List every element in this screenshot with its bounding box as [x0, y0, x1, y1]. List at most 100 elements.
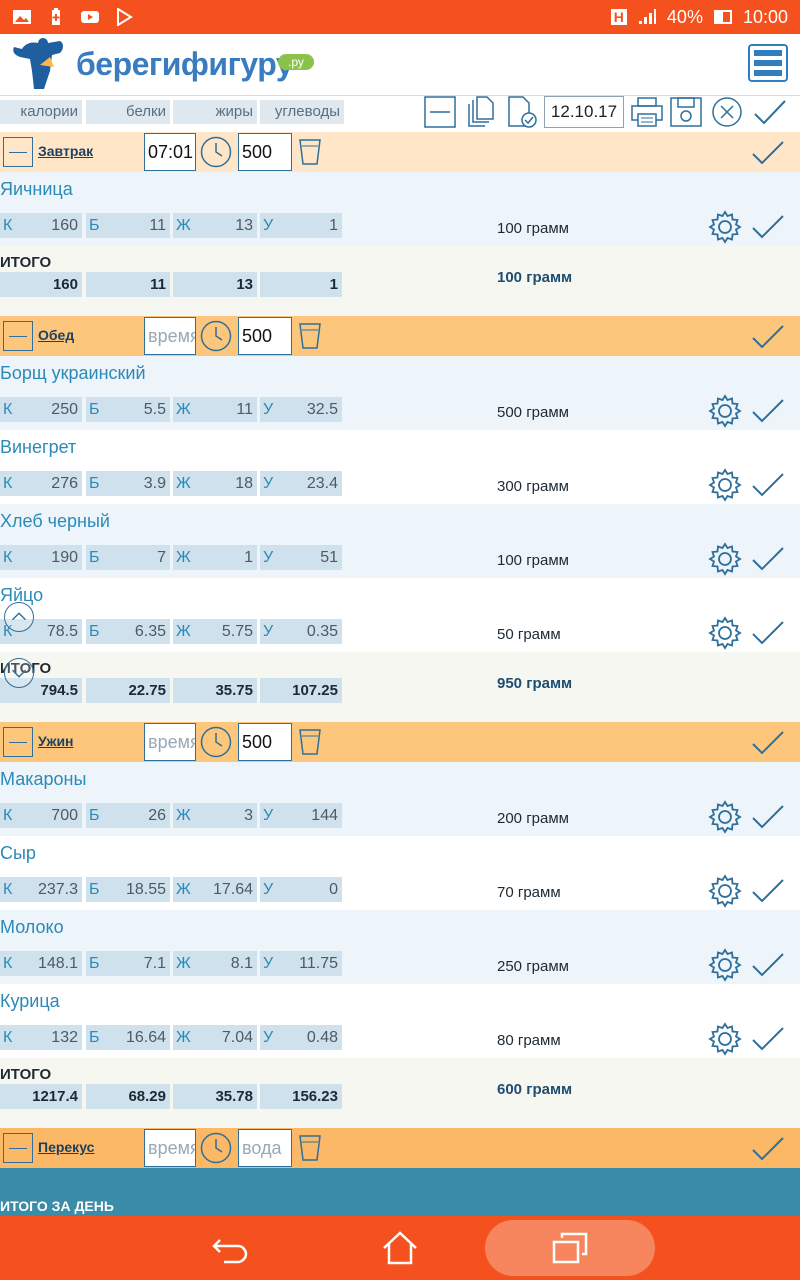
- diary-content: Завтрак 07:01 500 Яичница К 160 Б 11 Ж 1…: [0, 132, 800, 1216]
- copy-icon[interactable]: [465, 96, 497, 128]
- nutrient-value: 6.35: [134, 623, 166, 640]
- meal-water-input[interactable]: вода: [238, 1129, 292, 1167]
- food-row: Макароны К 700 Б 26 Ж 3 У 144 200 грамм: [0, 762, 800, 836]
- meal-water-input[interactable]: 500: [238, 133, 292, 171]
- meal-name-link[interactable]: Завтрак: [38, 143, 93, 159]
- back-icon[interactable]: [210, 1230, 250, 1266]
- hamburger-menu-button[interactable]: [748, 44, 788, 82]
- nutrient-value: 700: [51, 807, 78, 824]
- water-glass-icon[interactable]: [298, 728, 322, 756]
- clock-icon[interactable]: [200, 1132, 232, 1164]
- meal-confirm-check-icon[interactable]: [750, 322, 786, 352]
- nutrient-value: 3.9: [143, 475, 166, 492]
- scroll-up-icon[interactable]: [4, 602, 34, 632]
- gear-icon[interactable]: [708, 616, 742, 650]
- meal-collapse-button[interactable]: [3, 137, 33, 167]
- meal-confirm-check-icon[interactable]: [750, 728, 786, 758]
- meal-time-input[interactable]: время: [144, 317, 196, 355]
- nutrient-label: Ж: [176, 475, 191, 492]
- nutrient-cell-b: Б 5.5: [86, 397, 170, 422]
- meal-total-weight: 100 грамм: [497, 269, 573, 286]
- app-header: берегифигуру .ру: [0, 34, 800, 96]
- nutrient-cell-b: Б 11: [86, 213, 170, 238]
- gear-icon[interactable]: [708, 948, 742, 982]
- nutrient-cell-k: К 160: [0, 213, 82, 238]
- gear-icon[interactable]: [708, 468, 742, 502]
- meal-collapse-button[interactable]: [3, 321, 33, 351]
- nutrient-value: 5.75: [221, 623, 253, 640]
- food-name: Макароны: [0, 769, 87, 789]
- meal-water-input[interactable]: 500: [238, 723, 292, 761]
- clock-icon[interactable]: [200, 320, 232, 352]
- food-weight: 100 грамм: [497, 552, 569, 569]
- scroll-down-icon[interactable]: [4, 658, 34, 688]
- nutrient-cell-b: Б 3.9: [86, 471, 170, 496]
- meal-water-input[interactable]: 500: [238, 317, 292, 355]
- nutrient-value: 18: [235, 475, 253, 492]
- meal-time-input[interactable]: время: [144, 1129, 196, 1167]
- clock-icon[interactable]: [200, 136, 232, 168]
- gear-icon[interactable]: [708, 210, 742, 244]
- water-glass-icon[interactable]: [298, 1134, 322, 1162]
- meal-total-label: ИТОГО: [0, 1066, 52, 1083]
- meal-collapse-button[interactable]: [3, 727, 33, 757]
- meal-confirm-check-icon[interactable]: [750, 1134, 786, 1164]
- meal-confirm-check-icon[interactable]: [750, 138, 786, 168]
- water-glass-icon[interactable]: [298, 322, 322, 350]
- food-confirm-check-icon[interactable]: [750, 396, 786, 426]
- gear-icon[interactable]: [708, 394, 742, 428]
- nutrient-cell-k: К 132: [0, 1025, 82, 1050]
- document-check-icon[interactable]: [505, 96, 537, 128]
- nutrient-label: Ж: [176, 881, 191, 898]
- nutrient-value: 237.3: [37, 881, 78, 898]
- meal-name-link[interactable]: Ужин: [38, 733, 74, 749]
- nutrient-value: 7.1: [143, 955, 166, 972]
- gear-icon[interactable]: [708, 800, 742, 834]
- nutrient-label: Б: [89, 807, 100, 824]
- meal-name-link[interactable]: Перекус: [38, 1139, 94, 1155]
- home-icon[interactable]: [380, 1230, 420, 1266]
- printer-icon[interactable]: [630, 96, 664, 128]
- food-confirm-check-icon[interactable]: [750, 876, 786, 906]
- food-confirm-check-icon[interactable]: [750, 470, 786, 500]
- site-logo[interactable]: берегифигуру: [10, 36, 294, 92]
- food-confirm-check-icon[interactable]: [750, 950, 786, 980]
- food-confirm-check-icon[interactable]: [750, 802, 786, 832]
- food-name: Хлеб черный: [0, 511, 110, 531]
- logo-figure-icon: [13, 38, 63, 89]
- gear-icon[interactable]: [708, 874, 742, 908]
- date-field[interactable]: 12.10.17: [544, 96, 624, 128]
- total-cell-u: 1: [260, 272, 342, 297]
- nutrient-value: 3: [244, 807, 253, 824]
- nutrient-cell-b: Б 7.1: [86, 951, 170, 976]
- nutrient-value: 190: [51, 549, 78, 566]
- meal-time-input[interactable]: время: [144, 723, 196, 761]
- collapse-all-icon[interactable]: [424, 96, 456, 128]
- food-confirm-check-icon[interactable]: [750, 544, 786, 574]
- gear-icon[interactable]: [708, 542, 742, 576]
- food-confirm-check-icon[interactable]: [750, 618, 786, 648]
- gear-icon[interactable]: [708, 1022, 742, 1056]
- food-confirm-check-icon[interactable]: [750, 212, 786, 242]
- meal-time-input[interactable]: 07:01: [144, 133, 196, 171]
- save-icon[interactable]: [670, 96, 702, 128]
- nutrient-cell-b: Б 18.55: [86, 877, 170, 902]
- water-glass-icon[interactable]: [298, 138, 322, 166]
- confirm-check-icon[interactable]: [752, 96, 788, 128]
- nutrient-label: Ж: [176, 217, 191, 234]
- nutrient-label: Б: [89, 475, 100, 492]
- meal-name-link[interactable]: Обед: [38, 327, 74, 343]
- close-circle-icon[interactable]: [711, 96, 743, 128]
- total-cell-zh: 35.78: [173, 1084, 257, 1109]
- battery-plus-icon: [52, 8, 60, 25]
- meal-collapse-button[interactable]: [3, 1133, 33, 1163]
- nutrient-label: К: [3, 475, 13, 492]
- nutrient-value: 132: [51, 1029, 78, 1046]
- clock-icon[interactable]: [200, 726, 232, 758]
- nutrient-label: К: [3, 217, 13, 234]
- nutrient-value: 0.35: [306, 623, 338, 640]
- recent-apps-icon[interactable]: [550, 1230, 590, 1266]
- nutrient-label: Б: [89, 955, 100, 972]
- food-confirm-check-icon[interactable]: [750, 1024, 786, 1054]
- day-total-label: ИТОГО ЗА ДЕНЬ: [0, 1198, 114, 1214]
